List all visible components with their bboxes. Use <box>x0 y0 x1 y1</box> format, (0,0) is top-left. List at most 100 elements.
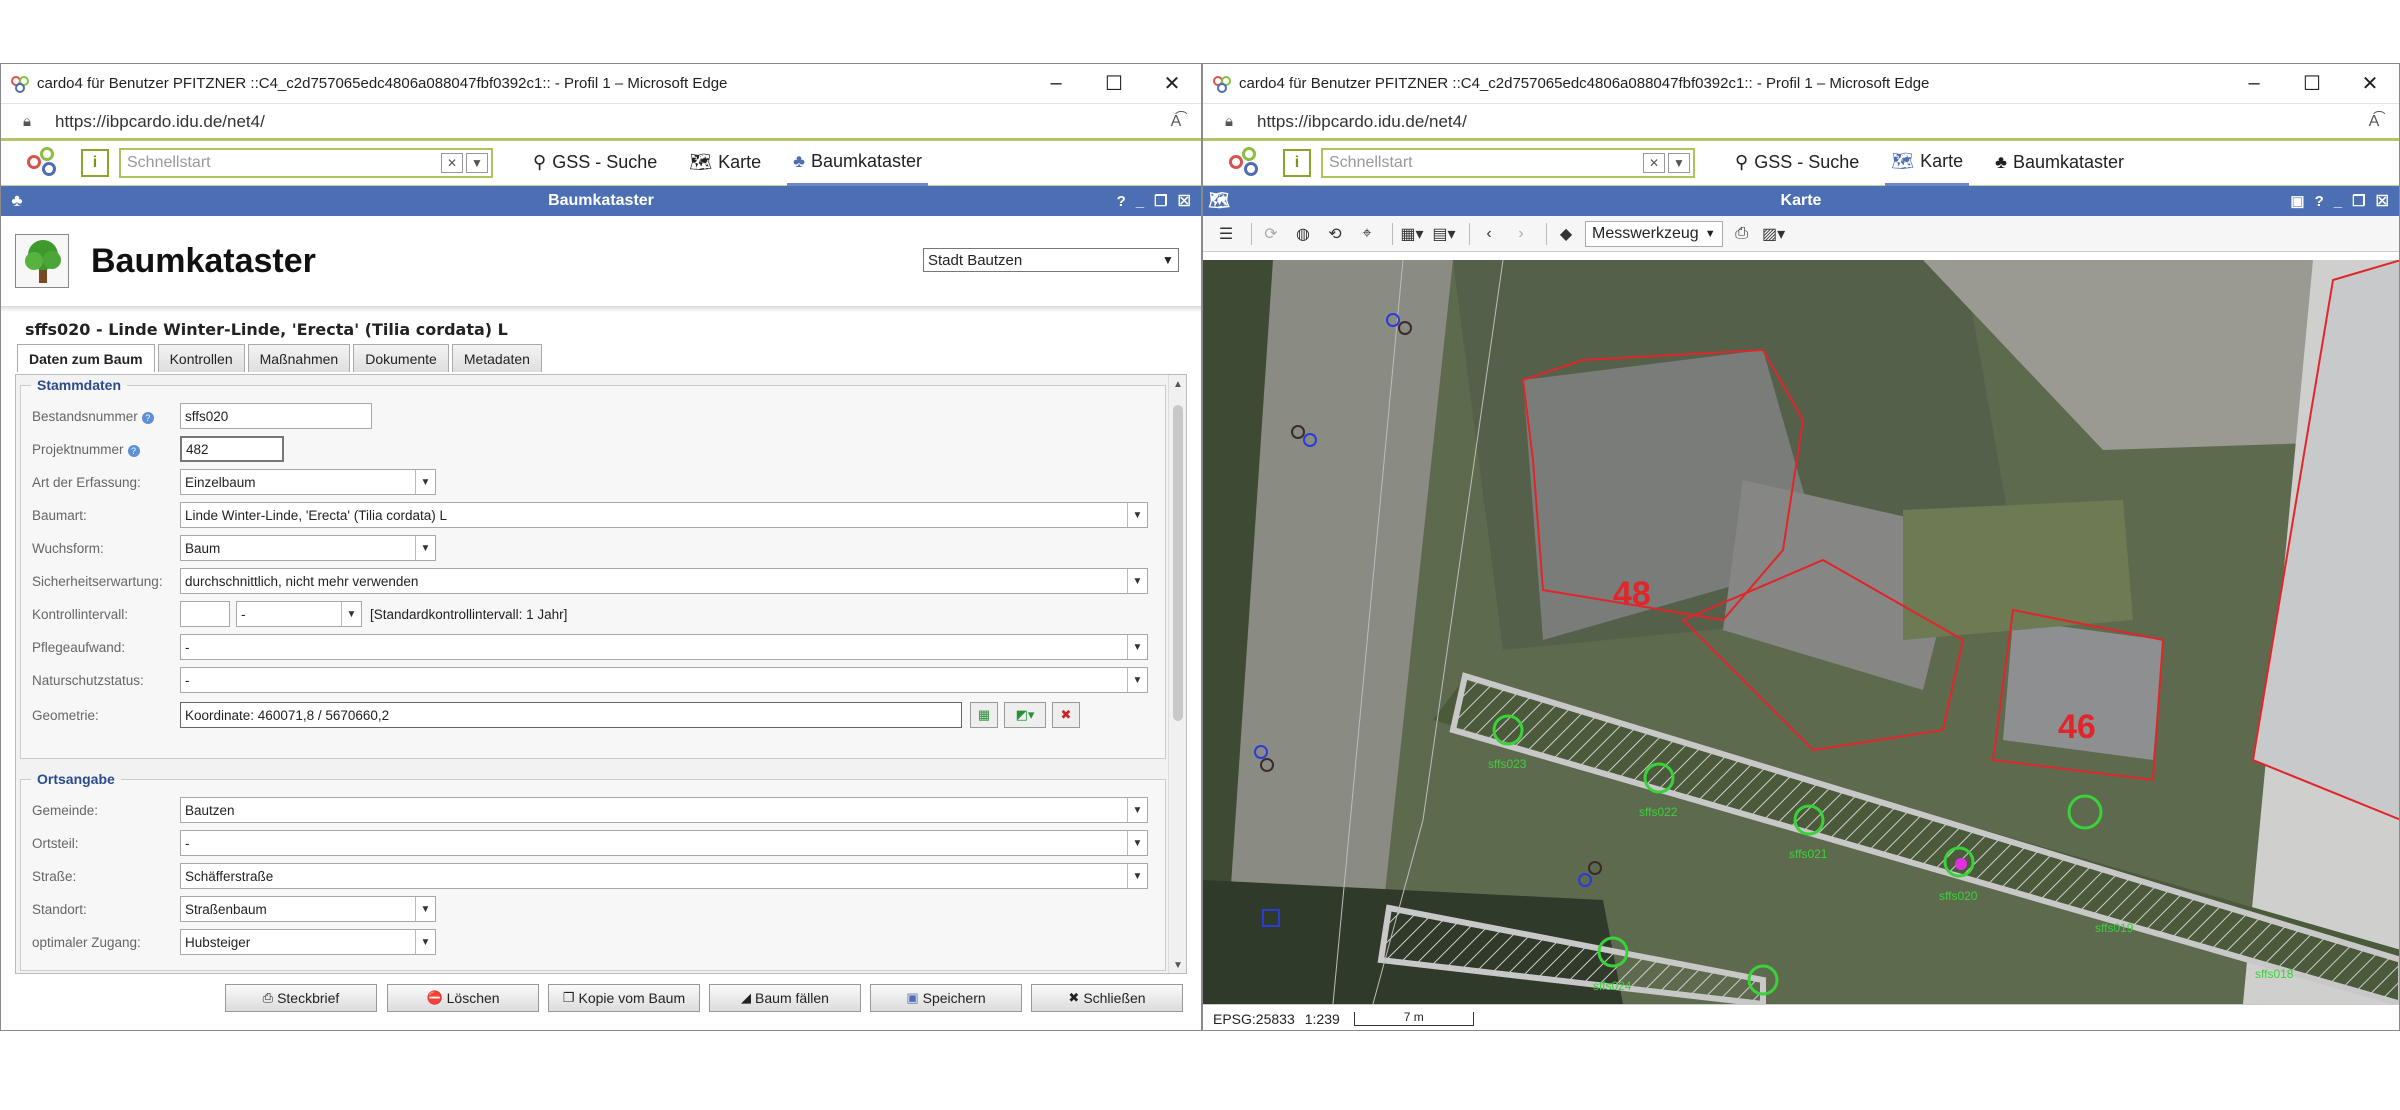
standort-select[interactable]: Straßenbaum ▼ <box>180 896 436 922</box>
minimize-button[interactable]: – <box>2225 64 2283 104</box>
eraser-icon[interactable]: ◆ <box>1553 221 1579 247</box>
strasse-select[interactable]: Schäfferstraße ▼ <box>180 863 1148 889</box>
baum-faellen-button[interactable]: ◢ Baum fällen <box>709 984 861 1012</box>
close-panel-icon[interactable]: ☒ <box>2376 192 2389 210</box>
reload-icon[interactable]: ⟲ <box>1322 221 1348 247</box>
url-text[interactable]: https://ibpcardo.idu.de/net4/ <box>1257 112 2349 132</box>
delete-geometry-icon[interactable]: ✖ <box>1052 702 1080 728</box>
layer-list-icon[interactable]: ☰ <box>1213 221 1239 247</box>
chevron-down-icon: ▼ <box>1127 831 1147 855</box>
chevron-down-icon[interactable]: ▼ <box>1668 152 1690 173</box>
image-export-icon[interactable]: ▨▾ <box>1761 221 1787 247</box>
select-table-icon[interactable]: ▦▾ <box>1399 221 1425 247</box>
nav-karte[interactable]: 🗺︎ Karte <box>683 140 767 186</box>
edit-geometry-icon[interactable]: ◩▾ <box>1004 702 1046 728</box>
nav-baumkataster[interactable]: ♣ Baumkataster <box>787 140 928 186</box>
help-icon[interactable]: ? <box>1117 193 1126 210</box>
close-window-button[interactable]: ✕ <box>1143 64 1201 104</box>
ortsangabe-legend: Ortsangabe <box>37 771 115 787</box>
tab-kontrollen[interactable]: Kontrollen <box>157 344 245 372</box>
minimize-button[interactable]: – <box>1027 64 1085 104</box>
kopie-button[interactable]: ❐ Kopie vom Baum <box>548 984 700 1012</box>
quickstart-field[interactable]: Schnellstart ✕ ▼ <box>1321 147 1695 178</box>
sicherheit-select[interactable]: durchschnittlich, nicht mehr verwenden ▼ <box>180 568 1148 594</box>
module-title: Baumkataster <box>91 241 316 280</box>
info-icon[interactable]: i <box>81 148 109 177</box>
forward-icon[interactable]: › <box>1508 221 1534 247</box>
maximize-button[interactable]: ☐ <box>2283 64 2341 104</box>
minimize-panel-icon[interactable]: _ <box>2334 193 2342 210</box>
nav-karte[interactable]: 🗺︎ Karte <box>1885 140 1970 186</box>
back-icon[interactable]: ‹ <box>1476 221 1502 247</box>
read-aloud-icon[interactable]: A͡ <box>2349 113 2399 131</box>
title-bar[interactable]: cardo4 für Benutzer PFITZNER ::C4_c2d757… <box>1203 64 2399 104</box>
minimize-panel-icon[interactable]: _ <box>1136 193 1144 210</box>
kontrollintervall-select[interactable]: - ▼ <box>236 601 362 627</box>
table-icon[interactable]: ▤▾ <box>1431 221 1457 247</box>
loeschen-button[interactable]: ⛔ Löschen <box>387 984 539 1012</box>
pflegeaufwand-select[interactable]: - ▼ <box>180 634 1148 660</box>
steckbrief-button[interactable]: ⎙ Steckbrief <box>225 984 377 1012</box>
map-icon: 🗺︎ <box>1891 150 1915 171</box>
schliessen-button[interactable]: ✖ Schließen <box>1031 984 1183 1012</box>
quickstart-field[interactable]: Schnellstart ✕ ▼ <box>119 147 493 178</box>
url-text[interactable]: https://ibpcardo.idu.de/net4/ <box>55 112 1151 132</box>
help-icon[interactable]: ? <box>127 444 140 457</box>
projektnummer-input[interactable]: 482 <box>180 436 284 462</box>
tab-metadaten[interactable]: Metadaten <box>451 344 542 372</box>
speichern-button[interactable]: ▣ Speichern <box>870 984 1022 1012</box>
restore-panel-icon[interactable]: ❐ <box>1154 192 1167 210</box>
scroll-down-icon[interactable]: ▼ <box>1173 960 1183 971</box>
quickstart-input[interactable]: Schnellstart <box>1329 154 1643 172</box>
clear-icon[interactable]: ✕ <box>1643 152 1665 173</box>
clear-icon[interactable]: ✕ <box>441 152 463 173</box>
address-bar[interactable]: 🔒︎ https://ibpcardo.idu.de/net4/ A͡ <box>1203 104 2399 140</box>
close-window-button[interactable]: ✕ <box>2341 64 2399 104</box>
title-bar[interactable]: cardo4 für Benutzer PFITZNER ::C4_c2d757… <box>1 64 1201 104</box>
messwerkzeug-dropdown[interactable]: Messwerkzeug ▼ <box>1585 220 1723 247</box>
address-bar[interactable]: 🔒︎ https://ibpcardo.idu.de/net4/ A͡ <box>1 104 1201 140</box>
globe-icon[interactable]: ◍ <box>1290 221 1316 247</box>
gemeinde-select[interactable]: Bautzen ▼ <box>180 797 1148 823</box>
maximize-button[interactable]: ☐ <box>1085 64 1143 104</box>
naturschutz-select[interactable]: - ▼ <box>180 667 1148 693</box>
help-icon[interactable]: ? <box>2315 193 2324 210</box>
erfassung-value: Einzelbaum <box>185 474 256 490</box>
refresh-disabled-icon[interactable]: ⟳ <box>1258 221 1284 247</box>
nav-gss-suche[interactable]: ⚲ GSS - Suche <box>527 140 663 186</box>
save-icon[interactable]: ▣ <box>2290 192 2304 210</box>
nav-gss-suche[interactable]: ⚲ GSS - Suche <box>1729 140 1865 186</box>
aerial-map[interactable]: 48 46 sffs023 sffs022 sffs021 sffs020 sf… <box>1203 260 2400 1004</box>
info-icon[interactable]: i <box>1283 148 1311 177</box>
tab-dokumente[interactable]: Dokumente <box>353 344 449 372</box>
nav-baumkataster[interactable]: ♣ Baumkataster <box>1989 140 2130 186</box>
quickstart-input[interactable]: Schnellstart <box>127 154 441 172</box>
print-icon[interactable]: ⎙ <box>1729 221 1755 247</box>
wuchsform-select[interactable]: Baum ▼ <box>180 535 436 561</box>
show-on-map-icon[interactable]: ▦ <box>970 702 998 728</box>
kontrollintervall-input[interactable] <box>180 601 230 627</box>
close-panel-icon[interactable]: ☒ <box>1178 192 1191 210</box>
help-icon[interactable]: ? <box>141 411 154 424</box>
baumart-select[interactable]: Linde Winter-Linde, 'Erecta' (Tilia cord… <box>180 502 1148 528</box>
cardo-logo[interactable] <box>23 145 63 181</box>
scrollbar-thumb[interactable] <box>1173 405 1183 721</box>
city-select[interactable]: Stadt Bautzen ▼ <box>923 248 1179 272</box>
zugang-select[interactable]: Hubsteiger ▼ <box>180 929 436 955</box>
read-aloud-icon[interactable]: A͡ <box>1151 113 1201 131</box>
ortsteil-select[interactable]: - ▼ <box>180 830 1148 856</box>
stammdaten-legend: Stammdaten <box>37 377 122 393</box>
erfassung-select[interactable]: Einzelbaum ▼ <box>180 469 436 495</box>
tree-label: sffs019 <box>2095 921 2134 935</box>
map-view[interactable]: 48 46 sffs023 sffs022 sffs021 sffs020 sf… <box>1203 260 2400 1004</box>
form-scrollbar[interactable]: ▲ ▼ <box>1168 375 1186 973</box>
tab-massnahmen[interactable]: Maßnahmen <box>247 344 351 372</box>
chevron-down-icon[interactable]: ▼ <box>466 152 488 173</box>
geometrie-input[interactable]: Koordinate: 460071,8 / 5670660,2 <box>180 702 962 728</box>
restore-panel-icon[interactable]: ❐ <box>2352 192 2365 210</box>
tab-daten-zum-baum[interactable]: Daten zum Baum <box>17 344 155 372</box>
locate-icon[interactable]: ⌖ <box>1354 221 1380 247</box>
bestandsnummer-input[interactable]: sffs020 <box>180 403 372 429</box>
scroll-up-icon[interactable]: ▲ <box>1173 379 1183 390</box>
cardo-logo[interactable] <box>1225 145 1265 181</box>
